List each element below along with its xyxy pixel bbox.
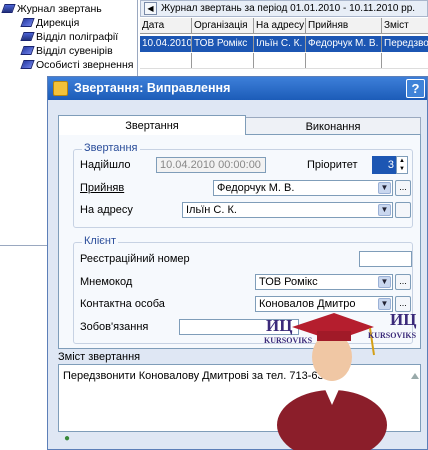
tab-execution[interactable]: Виконання xyxy=(246,117,421,135)
obligation-label: Зобов'язання xyxy=(80,321,149,333)
table-cell xyxy=(192,53,254,68)
diamond-icon xyxy=(20,60,35,69)
spinner-arrows-icon[interactable]: ▲ ▼ xyxy=(396,156,408,174)
priority-value[interactable]: 3 xyxy=(372,156,396,174)
help-button[interactable]: ? xyxy=(406,79,425,98)
table-cell: ТОВ Ромікс xyxy=(192,36,254,52)
addressee-select[interactable]: Ільїн С. К. ▼ xyxy=(182,202,393,218)
watermark-cap-base xyxy=(317,331,351,341)
tab-request[interactable]: Звертання xyxy=(58,115,246,135)
diamond-icon xyxy=(20,18,35,27)
kursoviks-watermark: ИЦ KURSOVIKS ИЦ KURSOVIKS xyxy=(264,310,417,450)
column-header-date[interactable]: Дата xyxy=(140,18,192,33)
reg-number-field[interactable] xyxy=(359,251,412,267)
status-icon: ● xyxy=(64,433,71,444)
contact-label: Контактна особа xyxy=(80,298,165,310)
watermark-right-sub: KURSOVIKS xyxy=(368,331,417,340)
diamond-icon xyxy=(20,46,35,55)
column-header-addressee[interactable]: На адресу xyxy=(254,18,306,33)
tree-folder-icon xyxy=(1,4,16,13)
priority-label: Пріоритет xyxy=(307,159,358,171)
table-cell xyxy=(254,53,306,68)
watermark-right-text: ИЦ xyxy=(390,310,416,329)
table-row[interactable]: 10.04.2010 ТОВ Ромікс Ільїн С. К. Федорч… xyxy=(140,36,428,52)
table-cell xyxy=(140,53,192,68)
received-label: Надійшло xyxy=(80,159,131,171)
accepted-label: Прийняв xyxy=(80,182,125,194)
tree-item-personal[interactable]: Особисті звернення xyxy=(20,58,133,72)
mnemo-label: Мнемокод xyxy=(80,276,133,288)
tree-item-journal[interactable]: Журнал звертань xyxy=(1,2,102,16)
journal-grid: ◀ Журнал звертань за період 01.01.2010 -… xyxy=(140,0,428,75)
grid-title-bar: ◀ Журнал звертань за період 01.01.2010 -… xyxy=(140,0,428,17)
accepted-value: Федорчук М. В. xyxy=(217,182,295,194)
table-cell: Передзвон xyxy=(384,38,428,49)
column-header-accepted[interactable]: Прийняв xyxy=(306,18,382,33)
mnemo-value: ТОВ Ромікс xyxy=(259,276,318,288)
mnemo-select[interactable]: ТОВ Ромікс ▼ xyxy=(255,274,393,290)
table-row-empty[interactable] xyxy=(140,53,428,69)
table-cell xyxy=(306,53,382,68)
chevron-down-icon[interactable]: ▼ xyxy=(378,182,391,194)
column-header-content[interactable]: Зміст xyxy=(382,18,428,33)
table-cell xyxy=(382,53,428,68)
mnemo-lookup-button[interactable]: ... xyxy=(395,274,411,290)
back-arrow-icon[interactable]: ◀ xyxy=(144,2,157,15)
priority-spinner[interactable]: 3 ▲ ▼ xyxy=(372,156,408,174)
addressee-label: На адресу xyxy=(80,204,133,216)
table-cell: Федорчук М. В. xyxy=(306,36,382,52)
group-request-title: Звертання xyxy=(82,142,140,154)
accepted-select[interactable]: Федорчук М. В. ▼ xyxy=(213,180,393,196)
reg-number-label: Реєстраційний номер xyxy=(80,253,190,265)
app-icon xyxy=(53,81,68,96)
addressee-lookup-button[interactable] xyxy=(395,202,411,218)
group-client-title: Клієнт xyxy=(82,235,118,247)
tree-item-printing[interactable]: Відділ поліграфії xyxy=(20,30,118,44)
chevron-down-icon[interactable]: ▼ xyxy=(378,204,391,216)
watermark-left-text: ИЦ xyxy=(266,316,292,335)
dialog-titlebar[interactable]: Звертання: Виправлення ? xyxy=(48,77,427,100)
addressee-value: Ільїн С. К. xyxy=(186,204,237,216)
content-label: Зміст звертання xyxy=(58,351,141,363)
tree-item-directorate[interactable]: Дирекція xyxy=(20,16,79,30)
received-field: 10.04.2010 00:00:00 xyxy=(156,157,266,173)
column-header-org[interactable]: Організація xyxy=(192,18,254,33)
accepted-lookup-button[interactable]: ... xyxy=(395,180,411,196)
tree-item-souvenirs[interactable]: Відділ сувенірів xyxy=(20,44,113,58)
grid-title: Журнал звертань за період 01.01.2010 - 1… xyxy=(161,3,416,14)
watermark-left-sub: KURSOVIKS xyxy=(264,336,313,345)
chevron-down-icon[interactable]: ▼ xyxy=(378,276,391,288)
table-cell: 10.04.2010 xyxy=(140,36,192,52)
table-cell: Ільїн С. К. xyxy=(254,36,306,52)
dialog-title: Звертання: Виправлення xyxy=(74,81,231,95)
grid-header-row: Дата Організація На адресу Прийняв Зміст xyxy=(140,18,428,34)
book-icon xyxy=(20,32,35,41)
